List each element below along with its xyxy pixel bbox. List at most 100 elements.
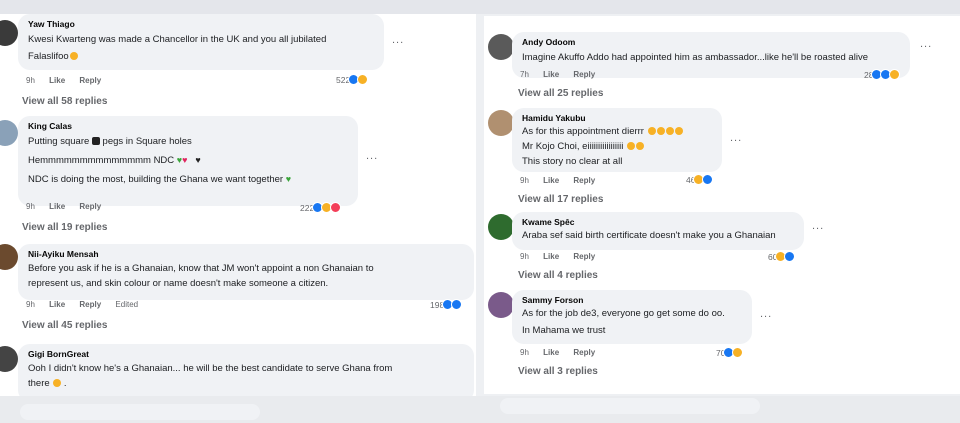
reply-button[interactable]: Reply <box>79 300 101 309</box>
like-reaction-icon <box>784 251 796 262</box>
comment-text: Araba sef said birth certificate doesn't… <box>522 230 776 241</box>
green-heart-icon: ♥ <box>285 174 292 184</box>
view-replies-link[interactable]: View all 19 replies <box>22 222 107 233</box>
view-replies-link[interactable]: View all 3 replies <box>518 366 598 377</box>
view-replies-link[interactable]: View all 45 replies <box>22 320 107 331</box>
comment-author[interactable]: Yaw Thiago <box>28 19 374 30</box>
avatar[interactable] <box>0 120 18 146</box>
more-options-icon[interactable]: ... <box>730 132 742 144</box>
comment-bubble: Gigi BornGreat Ooh I didn't know he's a … <box>18 344 474 402</box>
like-button[interactable]: Like <box>543 176 559 185</box>
view-replies-link[interactable]: View all 4 replies <box>518 270 598 281</box>
comment-text: Putting square pegs in Square holes <box>28 134 348 149</box>
like-button[interactable]: Like <box>49 76 65 85</box>
comment-text: Ooh I didn't know he's a Ghanaian... he … <box>28 363 393 374</box>
haha-reaction-icon <box>889 69 901 80</box>
comment-actions: 9h Like Reply <box>520 348 607 357</box>
haha-reaction-icon <box>357 74 369 85</box>
reaction-count[interactable]: 522 <box>336 74 369 85</box>
avatar[interactable] <box>488 214 514 240</box>
laughing-emoji-icon <box>665 127 674 136</box>
avatar[interactable] <box>488 110 514 136</box>
comment-text-line: Hemmmmmmmmmmmmmm NDC <box>28 155 175 166</box>
like-button[interactable]: Like <box>543 348 559 357</box>
more-options-icon[interactable]: ... <box>920 38 932 50</box>
reply-button[interactable]: Reply <box>573 348 595 357</box>
next-comment-preview[interactable] <box>500 398 760 414</box>
more-options-icon[interactable]: ... <box>812 220 824 232</box>
like-button[interactable]: Like <box>49 300 65 309</box>
more-options-icon[interactable]: ... <box>366 150 378 162</box>
view-replies-link[interactable]: View all 25 replies <box>518 88 603 99</box>
comment-author[interactable]: King Calas <box>28 121 348 132</box>
left-comments-panel: Yaw Thiago Kwesi Kwarteng was made a Cha… <box>0 14 476 410</box>
view-replies-link[interactable]: View all 17 replies <box>518 194 603 205</box>
like-button[interactable]: Like <box>49 202 65 211</box>
comment-text-line: there <box>28 378 50 389</box>
red-heart-icon: ♥ <box>182 155 188 165</box>
timestamp: 9h <box>26 76 35 85</box>
timestamp: 9h <box>520 176 529 185</box>
timestamp: 9h <box>520 252 529 261</box>
reaction-count[interactable]: 46 <box>686 174 714 185</box>
comment-author[interactable]: Sammy Forson <box>522 295 742 306</box>
comment-actions: 9h Like Reply <box>520 252 607 261</box>
black-square-emoji-icon <box>91 137 100 146</box>
laughing-emoji-icon <box>674 127 683 136</box>
next-comment-preview[interactable] <box>20 404 260 420</box>
comment-text-line: Putting square <box>28 136 90 147</box>
comment-actions: 9h Like Reply <box>26 76 113 85</box>
avatar[interactable] <box>488 34 514 60</box>
avatar[interactable] <box>488 292 514 318</box>
reply-button[interactable]: Reply <box>573 176 595 185</box>
reaction-count[interactable]: 198 <box>430 299 463 310</box>
laughing-emoji-icon <box>636 142 644 151</box>
comment-author[interactable]: Kwame Spêc <box>522 217 794 228</box>
comment-actions: 9h Like Reply <box>26 202 113 211</box>
comment-text: Hemmmmmmmmmmmmmm NDC ♥♥ ♥ <box>28 153 348 168</box>
more-options-icon[interactable]: ... <box>392 34 404 46</box>
avatar[interactable] <box>0 244 18 270</box>
reaction-count[interactable]: 222 <box>300 202 342 213</box>
comment-author[interactable]: Hamidu Yakubu <box>522 113 712 124</box>
comment-author[interactable]: Andy Odoom <box>522 37 900 48</box>
comment-text-line: Mr Kojo Choi, eiiiiiiiiiiiiiiiii <box>522 141 624 152</box>
more-options-icon[interactable]: ... <box>760 308 772 320</box>
avatar[interactable] <box>0 346 18 372</box>
laughing-emoji-icon <box>656 127 665 136</box>
like-button[interactable]: Like <box>543 70 559 79</box>
comment-author[interactable]: Gigi BornGreat <box>28 349 464 360</box>
comment-actions: 7h Like Reply <box>520 70 607 79</box>
comment-text-line: NDC is doing the most, building the Ghan… <box>28 174 284 185</box>
comment-text: In Mahama we trust <box>522 325 606 336</box>
comment-bubble: King Calas Putting square pegs in Square… <box>18 116 358 206</box>
pointing-hand-emoji-icon <box>53 379 62 388</box>
comment-bubble: Yaw Thiago Kwesi Kwarteng was made a Cha… <box>18 14 384 70</box>
like-reaction-icon <box>702 174 714 185</box>
reply-button[interactable]: Reply <box>573 70 595 79</box>
reaction-count[interactable]: 28 <box>864 69 901 80</box>
reaction-count[interactable]: 60 <box>768 251 796 262</box>
top-strip <box>0 0 960 14</box>
view-replies-link[interactable]: View all 58 replies <box>22 96 107 107</box>
comment-bubble: Nii-Ayiku Mensah Before you ask if he is… <box>18 244 474 300</box>
reply-button[interactable]: Reply <box>573 252 595 261</box>
reply-button[interactable]: Reply <box>79 202 101 211</box>
comment-text-line: Falaslifoo <box>28 51 69 62</box>
comment-text: Before you ask if he is a Ghanaian, know… <box>28 263 374 274</box>
laughing-emoji-icon <box>69 52 78 61</box>
comment-text: As for the job de3, everyone go get some… <box>522 308 725 319</box>
timestamp: 7h <box>520 70 529 79</box>
laughing-emoji-icon <box>647 127 656 136</box>
comment-bubble: Kwame Spêc Araba sef said birth certific… <box>512 212 804 250</box>
haha-reaction-icon <box>732 347 744 358</box>
comment-author[interactable]: Nii-Ayiku Mensah <box>28 249 464 260</box>
comment-text: Imagine Akuffo Addo had appointed him as… <box>522 52 868 63</box>
like-button[interactable]: Like <box>543 252 559 261</box>
like-reaction-icon <box>451 299 463 310</box>
reply-button[interactable]: Reply <box>79 76 101 85</box>
avatar[interactable] <box>0 20 18 46</box>
comment-actions: 9h Like Reply <box>520 176 607 185</box>
reaction-count[interactable]: 70 <box>716 347 744 358</box>
edited-label: Edited <box>115 300 139 309</box>
